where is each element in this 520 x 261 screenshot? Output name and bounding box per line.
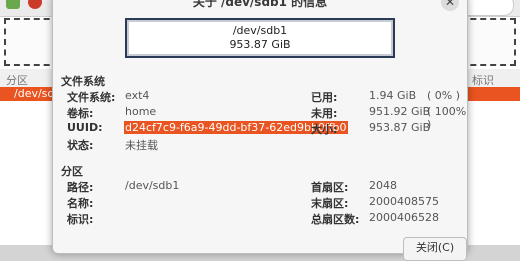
used-value: 1.94 GiB — [369, 89, 417, 102]
fs-type-value: ext4 — [125, 89, 150, 102]
total-sectors-value: 2000406528 — [369, 211, 439, 224]
uuid-label: UUID: — [67, 121, 103, 134]
volume-label-label: 卷标: — [67, 107, 94, 120]
used-percent: ( 0% ) — [427, 89, 461, 102]
partition-graphic-size: 953.87 GiB — [229, 38, 291, 51]
flags-label: 标识: — [67, 213, 94, 226]
close-icon[interactable]: ✕ — [441, 0, 459, 11]
partition-info-dialog: 关于 /dev/sdb1 的信息 ✕ /dev/sdb1 953.87 GiB … — [52, 0, 468, 261]
unused-percent: ( 100% ) — [427, 105, 467, 131]
path-value: /dev/sdb1 — [125, 179, 180, 192]
partition-graphic-path: /dev/sdb1 — [232, 24, 288, 37]
dialog-title: 关于 /dev/sdb1 的信息 — [192, 0, 328, 9]
first-sector-value: 2048 — [369, 179, 397, 192]
fs-type-label: 文件系统: — [67, 91, 116, 104]
last-sector-label: 末扇区: — [311, 197, 349, 210]
size-value: 953.87 GiB — [369, 121, 431, 134]
cancel-icon[interactable] — [28, 0, 42, 9]
last-sector-value: 2000408575 — [369, 195, 439, 208]
size-label: 大小: — [311, 123, 338, 136]
partition-heading: 分区 — [61, 165, 83, 178]
used-label: 已用: — [311, 91, 338, 104]
partition-graphic: /dev/sdb1 953.87 GiB — [125, 18, 395, 58]
status-label: 状态: — [67, 139, 94, 152]
unused-value: 951.92 GiB — [369, 105, 431, 118]
name-label: 名称: — [67, 197, 94, 210]
total-sectors-label: 总扇区数: — [311, 213, 360, 226]
column-partition[interactable]: 分区 — [6, 72, 28, 88]
unused-label: 未用: — [311, 107, 338, 120]
filesystem-heading: 文件系统 — [61, 75, 105, 88]
apply-icon[interactable] — [6, 0, 20, 9]
status-value: 未挂载 — [125, 139, 158, 152]
path-label: 路径: — [67, 181, 94, 194]
volume-label-value: home — [125, 105, 157, 118]
close-button[interactable]: 关闭(C) — [403, 237, 467, 261]
column-flags[interactable]: 标识 — [472, 72, 494, 88]
first-sector-label: 首扇区: — [311, 181, 349, 194]
